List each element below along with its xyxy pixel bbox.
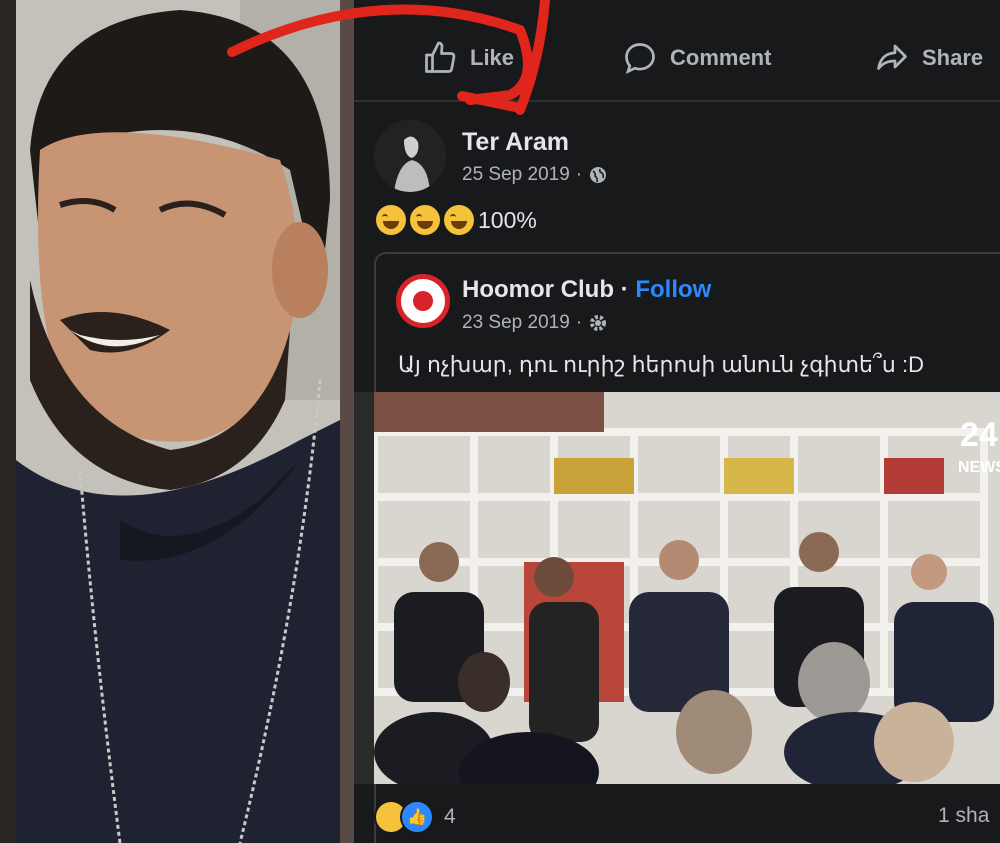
author-avatar[interactable] [374,120,446,192]
like-label: Like [470,45,515,70]
share-button[interactable]: Share [874,36,983,80]
post-meta: 25 Sep 2019 · [462,164,608,186]
reaction-count: 4 [444,805,456,828]
post-text: 100% [376,205,537,235]
like-button[interactable]: Like [422,36,514,80]
shared-post-meta: 23 Sep 2019 · [462,312,608,334]
follow-button[interactable]: Follow [635,276,711,303]
share-icon [877,44,907,70]
portrait-photo [0,0,340,843]
post-text-content: 100% [478,206,537,233]
shared-post-header: Hoomor Club · Follow [462,276,711,304]
thumbs-up-icon [425,41,456,73]
page-avatar[interactable] [396,274,450,328]
portrait-illustration [16,0,340,843]
share-count[interactable]: 1 sha [938,804,989,828]
avatar-silhouette [374,120,446,192]
header-dot: · [620,276,629,303]
post-author[interactable]: Ter Aram [462,128,569,157]
laughing-emoji [410,205,440,235]
comment-label: Comment [670,45,772,70]
image-divider [340,0,354,843]
comment-icon [625,43,655,75]
laughing-emoji [444,205,474,235]
like-reaction-icon: 👍 [400,800,434,834]
meta-dot: · [575,312,583,333]
shared-post-date[interactable]: 23 Sep 2019 [462,312,570,334]
watermark-number: 24 [960,416,998,454]
page-name[interactable]: Hoomor Club [462,276,614,303]
meta-dot: · [575,164,583,185]
facebook-post-panel: Like Comment Share Ter Aram 25 Sep 2019 [354,0,1000,843]
shared-video[interactable]: 24 NEWS [354,392,1000,784]
globe-icon [590,167,607,183]
post-action-bar: Like Comment Share [354,0,1000,102]
comment-button[interactable]: Comment [622,36,771,80]
shared-post-text: Այ ոչխար, դու ուրիշ հերոսի անուն չգիտե՞ս… [398,352,924,377]
watermark-label: NEWS [958,459,1000,476]
laughing-emoji [376,205,406,235]
settings-icon [590,315,607,331]
post-date[interactable]: 25 Sep 2019 [462,164,570,186]
share-label: Share [922,45,984,70]
reaction-summary[interactable]: 👍 4 [374,800,456,834]
video-still: 24 NEWS [354,392,1000,784]
